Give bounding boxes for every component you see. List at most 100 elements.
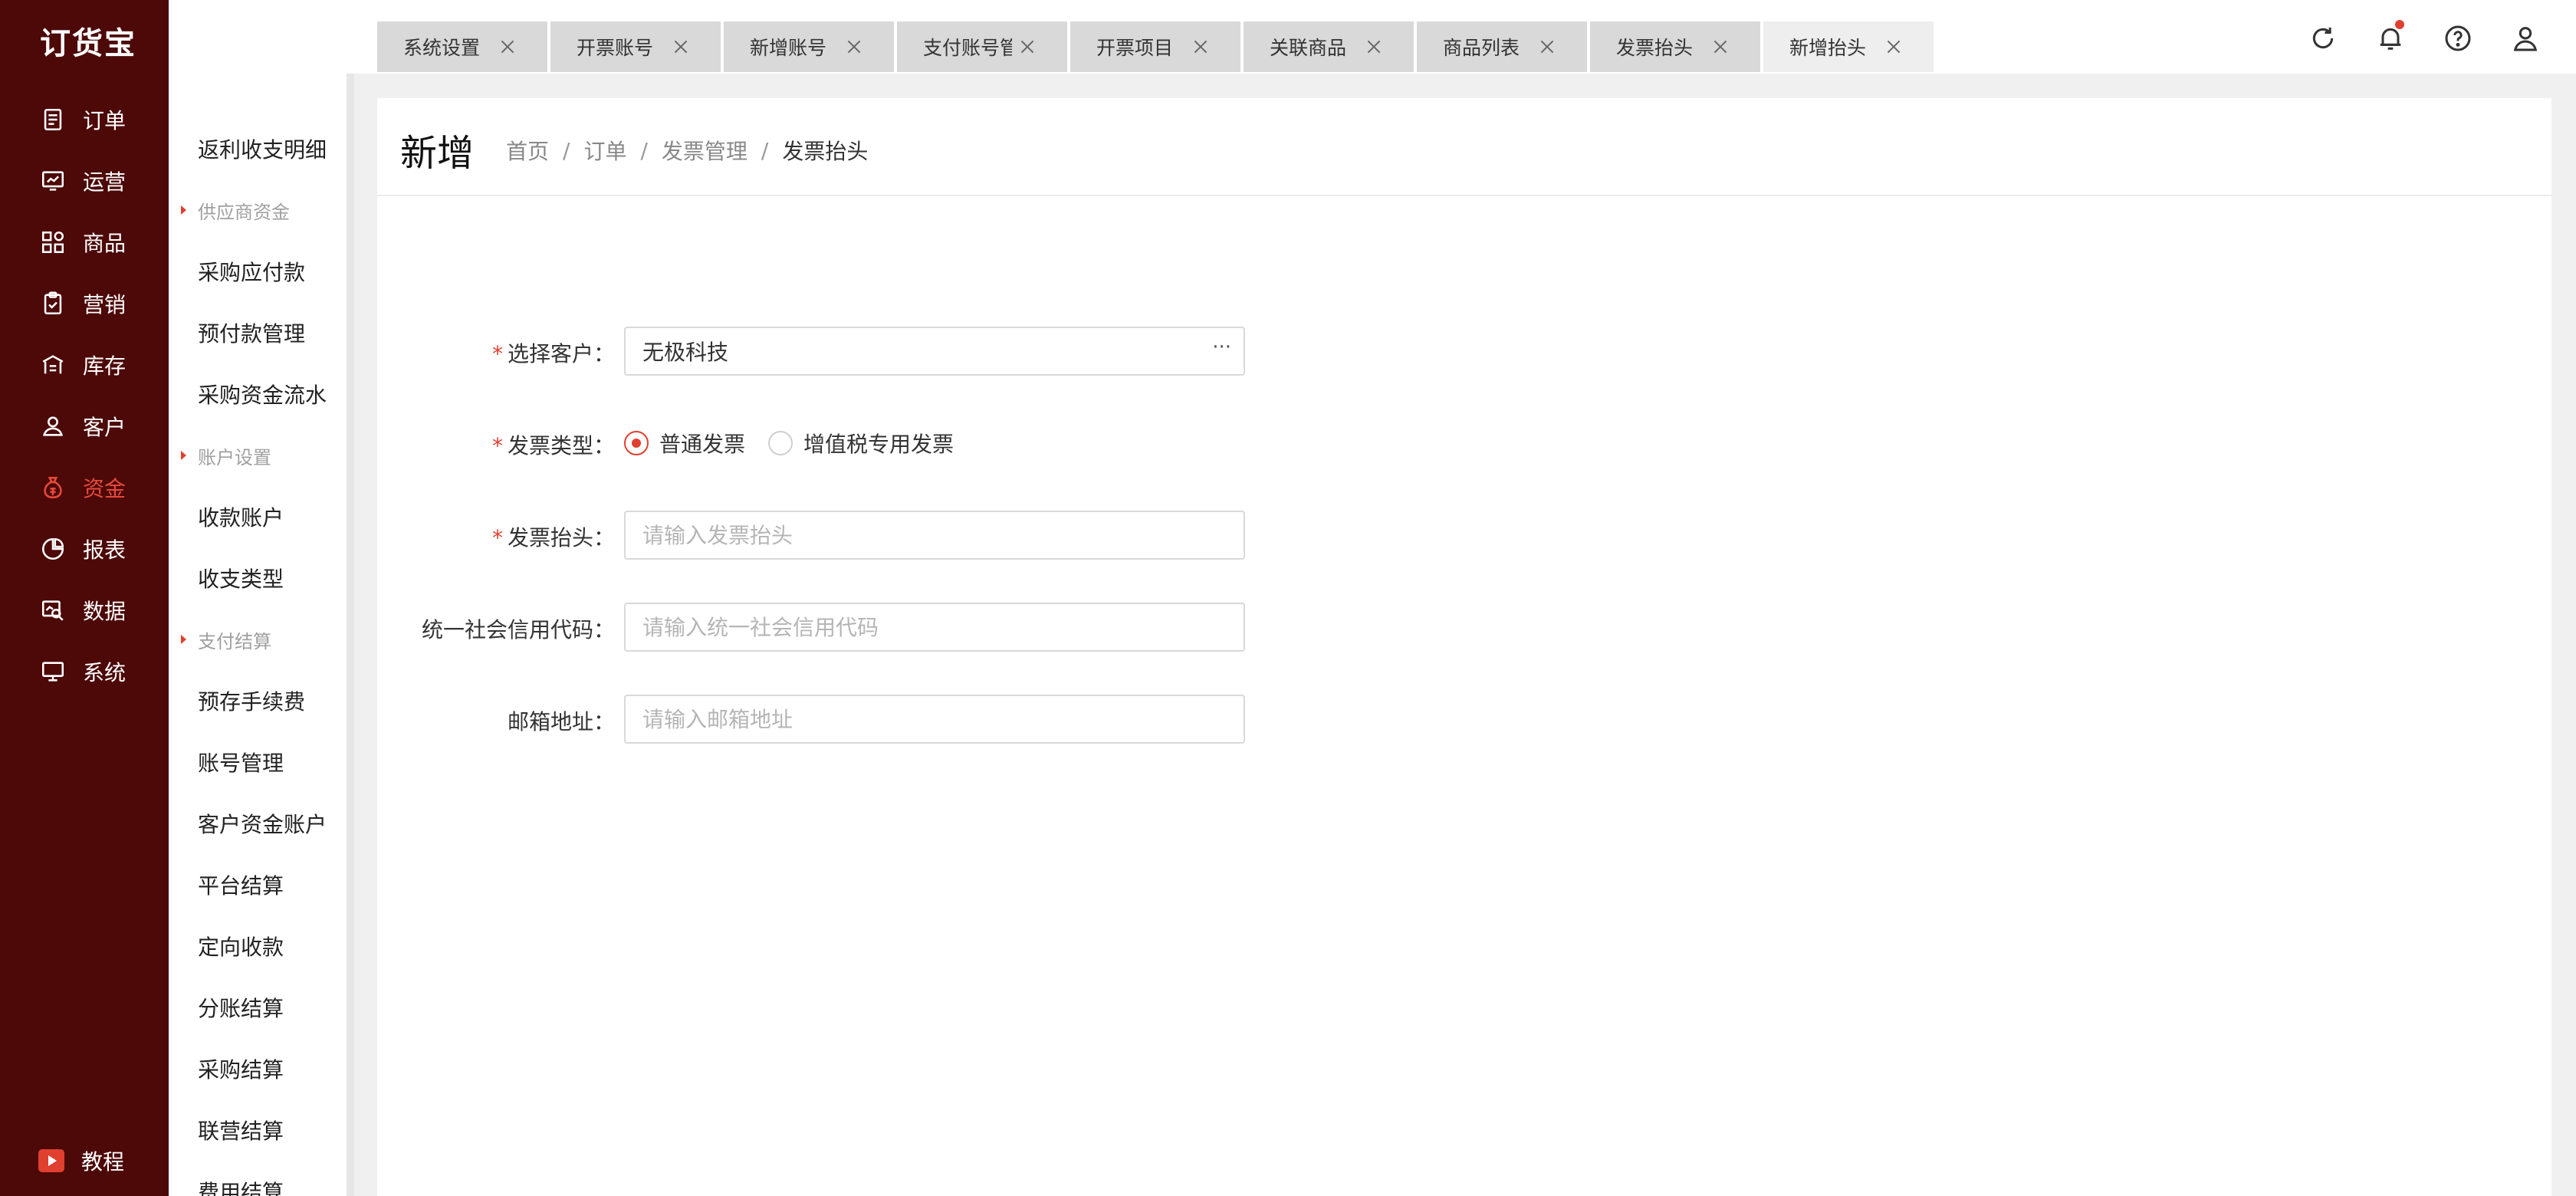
nav-item-label: 报表 — [83, 537, 127, 563]
breadcrumb-home[interactable]: 首页 — [506, 135, 549, 166]
form-row-email: 邮箱地址： — [377, 695, 1297, 744]
nav-item-order[interactable]: 订单 — [0, 89, 169, 150]
sidebar-scrollbar[interactable] — [347, 74, 354, 1196]
sub-group-label: 供应商资金 — [198, 201, 290, 223]
close-icon[interactable] — [498, 37, 518, 57]
close-icon[interactable] — [1191, 37, 1211, 57]
app-logo: 订货宝 — [40, 26, 136, 61]
nav-item-money[interactable]: 资金 — [0, 457, 169, 518]
nav-item-customer[interactable]: 客户 — [0, 396, 169, 457]
sub-item-purchase-settlement[interactable]: 采购结算 — [169, 1038, 353, 1099]
sub-item-joint-settlement[interactable]: 联营结算 — [169, 1099, 353, 1161]
invoice-title-input[interactable] — [624, 511, 1245, 560]
nav-item-label: 运营 — [83, 169, 127, 195]
tab-label: 新增抬头 — [1789, 37, 1867, 59]
nav-item-report[interactable]: 报表 — [0, 518, 169, 580]
header-actions — [2308, 20, 2576, 54]
email-input[interactable] — [624, 695, 1245, 744]
tab-invoice-account[interactable]: 开票账号 — [550, 21, 721, 72]
breadcrumb-separator: / — [563, 137, 570, 163]
top-tab-bar: 系统设置 开票账号 新增账号 支付账号管理 开票项目 关联商品 商品列表 发票 — [169, 0, 2576, 74]
radio-normal-invoice[interactable]: 普通发票 — [624, 428, 745, 458]
nav-item-operation[interactable]: 运营 — [0, 150, 169, 212]
bell-icon[interactable] — [2375, 20, 2406, 54]
tab-payment-account[interactable]: 支付账号管理 — [897, 21, 1067, 72]
customer-label: 选择客户： — [507, 341, 615, 366]
nav-item-tutorial[interactable]: 教程 — [0, 1130, 169, 1191]
primary-nav-list: 订单 运营 商品 营销 库存 客户 资金 报表 数据 系统 — [0, 89, 169, 702]
form-row-credit-code: 统一社会信用代码： — [377, 603, 1297, 652]
sub-item-label: 返利收支明细 — [198, 137, 327, 163]
customer-icon — [40, 413, 66, 439]
close-icon[interactable] — [1884, 37, 1904, 57]
close-icon[interactable] — [1710, 37, 1730, 57]
monitor-icon — [40, 659, 66, 685]
caret-right-icon — [181, 635, 186, 644]
sub-item-label: 采购应付款 — [198, 260, 306, 285]
sub-item-purchase-payables[interactable]: 采购应付款 — [169, 241, 353, 302]
close-icon[interactable] — [1364, 37, 1384, 57]
sub-item-receiving-account[interactable]: 收款账户 — [169, 486, 353, 547]
sub-item-rebate-details[interactable]: 返利收支明细 — [169, 118, 353, 179]
credit-code-label: 统一社会信用代码： — [421, 617, 615, 642]
product-icon — [40, 229, 66, 255]
main-panel: 新增 首页 / 订单 / 发票管理 / 发票抬头 * 选择客户： 无极科技 ···… — [377, 98, 2551, 1196]
nav-item-system[interactable]: 系统 — [0, 641, 169, 702]
sub-group-payment-settlement[interactable]: 支付结算 — [169, 609, 353, 670]
radio-vat-special-invoice[interactable]: 增值税专用发票 — [768, 428, 954, 458]
nav-item-data[interactable]: 数据 — [0, 580, 169, 641]
nav-item-label: 教程 — [81, 1149, 125, 1175]
sub-item-prepaid-fees[interactable]: 预存手续费 — [169, 670, 353, 731]
breadcrumb-order[interactable]: 订单 — [583, 135, 626, 166]
user-icon[interactable] — [2510, 23, 2541, 54]
page-header: 新增 首页 / 订单 / 发票管理 / 发票抬头 — [377, 98, 2551, 196]
customer-select[interactable]: 无极科技 ··· — [624, 327, 1245, 376]
invoice-title-label: 发票抬头： — [507, 525, 615, 550]
help-icon[interactable] — [2443, 23, 2473, 54]
refresh-icon[interactable] — [2308, 23, 2338, 54]
nav-item-marketing[interactable]: 营销 — [0, 273, 169, 334]
sub-item-platform-settlement[interactable]: 平台结算 — [169, 854, 353, 915]
form-row-invoice-type: * 发票类型： 普通发票 增值税专用发票 — [377, 419, 1297, 468]
secondary-nav-list: 返利收支明细 供应商资金 采购应付款 预付款管理 采购资金流水 账户设置 收款账… — [169, 118, 353, 1196]
sub-item-purchase-cashflow[interactable]: 采购资金流水 — [169, 363, 353, 425]
nav-item-product[interactable]: 商品 — [0, 212, 169, 273]
tab-label: 系统设置 — [403, 37, 481, 59]
radio-label: 普通发票 — [659, 432, 746, 457]
sub-item-income-expense-type[interactable]: 收支类型 — [169, 547, 353, 609]
primary-sidebar: 订货宝 订单 运营 商品 营销 库存 客户 资金 报表 数据 系统 教程 — [0, 0, 169, 1196]
tab-new-account[interactable]: 新增账号 — [724, 21, 894, 72]
operation-icon — [40, 168, 66, 194]
nav-item-warehouse[interactable]: 库存 — [0, 334, 169, 396]
sub-item-directed-collection[interactable]: 定向收款 — [169, 915, 353, 977]
sub-item-account-management[interactable]: 账号管理 — [169, 731, 353, 793]
nav-item-label: 营销 — [83, 292, 127, 317]
sub-group-supplier-funds[interactable]: 供应商资金 — [169, 179, 353, 241]
close-icon[interactable] — [1017, 37, 1037, 57]
sub-group-account-settings[interactable]: 账户设置 — [169, 425, 353, 486]
tab-invoice-title[interactable]: 发票抬头 — [1590, 21, 1760, 72]
invoice-type-label: 发票类型： — [507, 433, 615, 458]
sub-item-label: 费用结算 — [198, 1180, 284, 1196]
tab-system-settings[interactable]: 系统设置 — [377, 21, 547, 72]
radio-label: 增值税专用发票 — [803, 432, 955, 457]
more-options-icon[interactable]: ··· — [1212, 336, 1231, 359]
sub-item-expense-settlement[interactable]: 费用结算 — [169, 1161, 353, 1196]
sub-item-label: 分账结算 — [198, 996, 284, 1021]
close-icon[interactable] — [1537, 37, 1557, 57]
sub-item-split-settlement[interactable]: 分账结算 — [169, 977, 353, 1038]
tab-linked-products[interactable]: 关联商品 — [1244, 21, 1414, 72]
sub-item-label: 账号管理 — [198, 751, 284, 776]
tab-new-title[interactable]: 新增抬头 — [1763, 21, 1934, 72]
tab-invoice-items[interactable]: 开票项目 — [1070, 21, 1240, 72]
sub-item-label: 预付款管理 — [198, 321, 306, 347]
sub-item-label: 收款账户 — [198, 505, 284, 531]
close-icon[interactable] — [671, 37, 691, 57]
close-icon[interactable] — [844, 37, 864, 57]
credit-code-input[interactable] — [624, 603, 1245, 652]
tab-product-list[interactable]: 商品列表 — [1417, 21, 1587, 72]
breadcrumb-invoice-management[interactable]: 发票管理 — [662, 135, 748, 166]
sub-item-prepayment[interactable]: 预付款管理 — [169, 302, 353, 363]
sub-item-customer-fund-account[interactable]: 客户资金账户 — [169, 793, 353, 854]
field-label: * 发票类型： — [492, 429, 615, 460]
